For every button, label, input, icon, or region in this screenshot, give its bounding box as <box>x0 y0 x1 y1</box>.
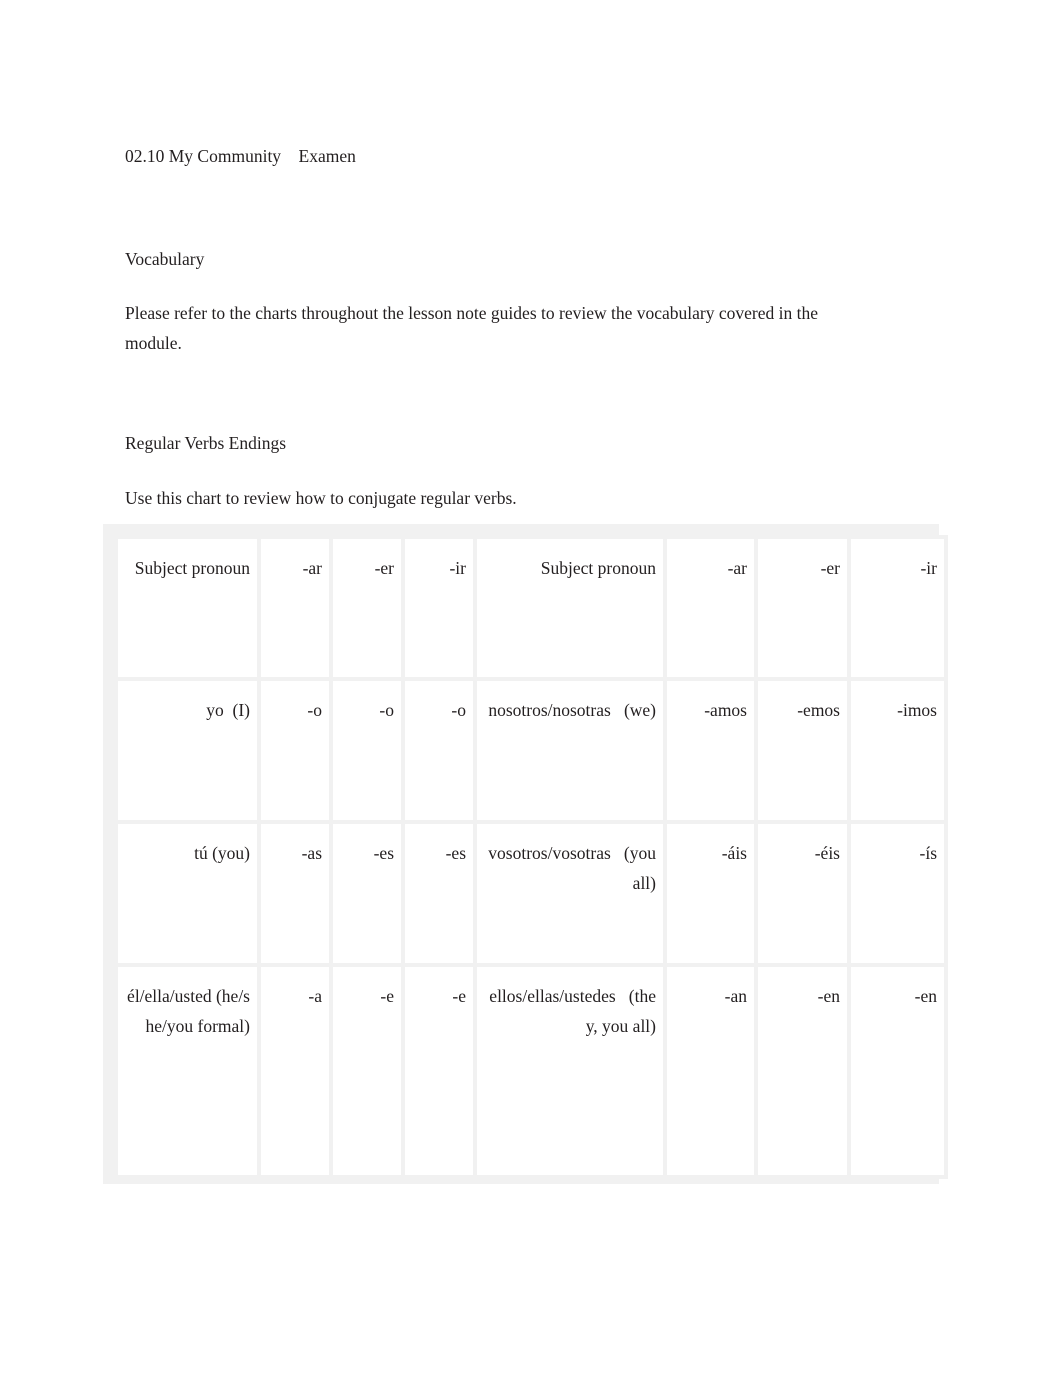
cell-ending-ar-singular: -o <box>261 681 329 820</box>
regular-verbs-heading: Regular Verbs Endings <box>125 433 287 453</box>
cell-ending-er-plural: -emos <box>758 681 847 820</box>
table-row: yo (I) -o -o -o nosotros/nosotras (we) -… <box>118 681 944 820</box>
cell-ending-ir-plural: -en <box>851 967 944 1175</box>
cell-pronoun-plural: vosotros/vosotras (you all) <box>477 824 663 963</box>
column-header-ar-singular: -ar <box>261 539 329 677</box>
cell-ending-er-plural: -en <box>758 967 847 1175</box>
cell-pronoun-singular: él/ella/usted (he/she/you formal) <box>118 967 257 1175</box>
cell-ending-er-plural: -éis <box>758 824 847 963</box>
column-header-ir-plural: -ir <box>851 539 944 677</box>
column-header-subject-pronoun-plural: Subject pronoun <box>477 539 663 677</box>
column-header-er-plural: -er <box>758 539 847 677</box>
column-header-subject-pronoun-singular: Subject pronoun <box>118 539 257 677</box>
cell-ending-ir-singular: -o <box>405 681 473 820</box>
cell-ending-er-singular: -es <box>333 824 401 963</box>
cell-ending-ir-singular: -es <box>405 824 473 963</box>
cell-pronoun-plural: nosotros/nosotras (we) <box>477 681 663 820</box>
table-row: tú (you) -as -es -es vosotros/vosotras (… <box>118 824 944 963</box>
table-row: él/ella/usted (he/she/you formal) -a -e … <box>118 967 944 1175</box>
page-title: 02.10 My Community Examen <box>125 146 356 166</box>
verb-endings-chart: Subject pronoun -ar -er -ir Subject pron… <box>103 524 948 1184</box>
cell-ending-ar-singular: -as <box>261 824 329 963</box>
vocabulary-paragraph: Please refer to the charts throughout th… <box>125 303 818 353</box>
cell-ending-ar-plural: -áis <box>667 824 754 963</box>
column-header-ar-plural: -ar <box>667 539 754 677</box>
cell-pronoun-plural: ellos/ellas/ustedes (they, you all) <box>477 967 663 1175</box>
column-header-ir-singular: -ir <box>405 539 473 677</box>
cell-ending-er-singular: -e <box>333 967 401 1175</box>
cell-pronoun-singular: yo (I) <box>118 681 257 820</box>
cell-ending-ir-singular: -e <box>405 967 473 1175</box>
table-header-row: Subject pronoun -ar -er -ir Subject pron… <box>118 539 944 677</box>
cell-ending-ar-singular: -a <box>261 967 329 1175</box>
cell-ending-ir-plural: -imos <box>851 681 944 820</box>
regular-verbs-paragraph: Use this chart to review how to conjugat… <box>125 488 517 508</box>
cell-ending-er-singular: -o <box>333 681 401 820</box>
cell-pronoun-singular: tú (you) <box>118 824 257 963</box>
cell-ending-ir-plural: -ís <box>851 824 944 963</box>
cell-ending-ar-plural: -amos <box>667 681 754 820</box>
column-header-er-singular: -er <box>333 539 401 677</box>
verb-endings-table: Subject pronoun -ar -er -ir Subject pron… <box>114 535 948 1179</box>
document-page: 02.10 My Community Examen Vocabulary Ple… <box>0 0 1062 1377</box>
vocabulary-heading: Vocabulary <box>125 249 205 269</box>
cell-ending-ar-plural: -an <box>667 967 754 1175</box>
